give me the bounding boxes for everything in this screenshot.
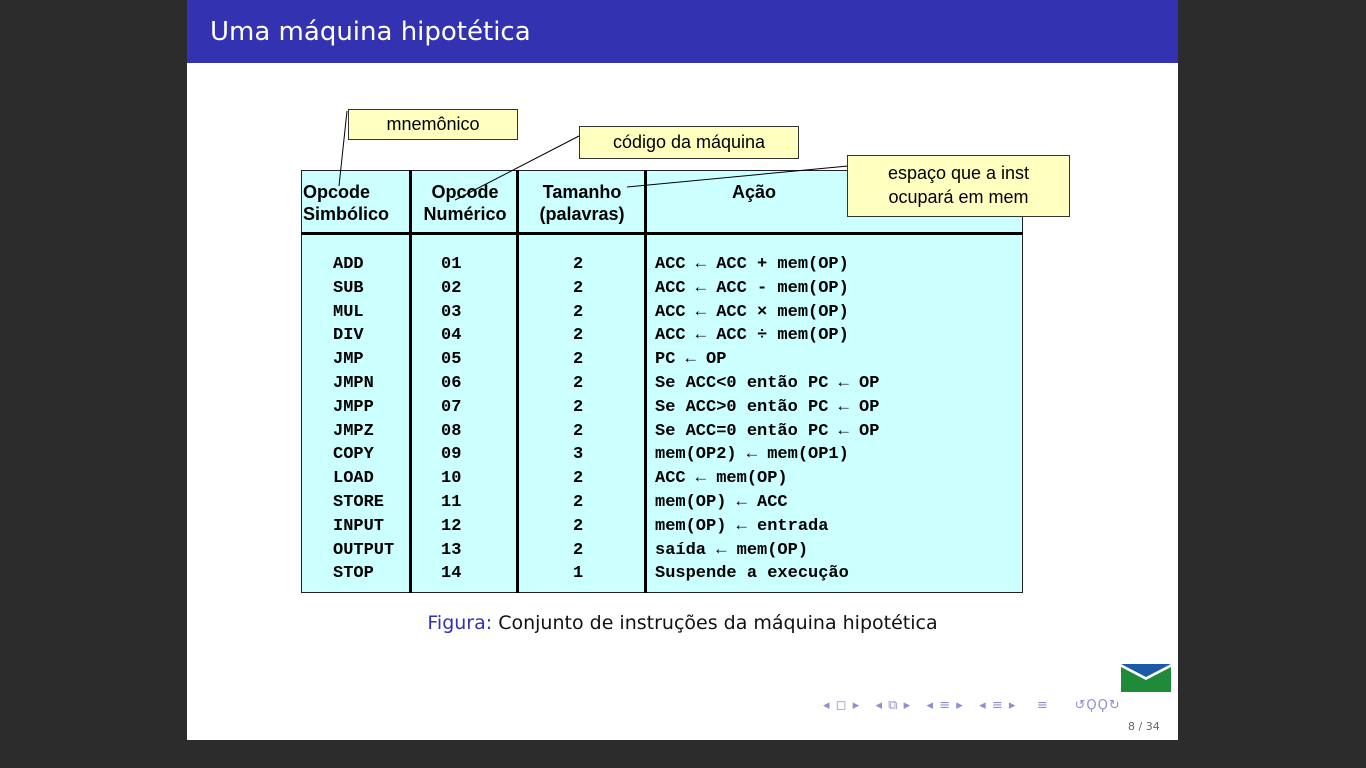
- row-size: 2: [573, 541, 584, 560]
- row-numeric: 07: [441, 398, 462, 417]
- row-symbolic: JMPN: [333, 374, 374, 393]
- row-symbolic: JMP: [333, 350, 364, 369]
- nav-subsection-icon[interactable]: ◂ ≡ ▸: [927, 698, 964, 713]
- row-action: Se ACC<0 então PC ← OP: [655, 374, 880, 393]
- row-symbolic: INPUT: [333, 517, 385, 536]
- row-numeric: 12: [441, 517, 462, 536]
- row-action: ACC ← ACC ÷ mem(OP): [655, 326, 849, 345]
- caption-text: Conjunto de instruções da máquina hipoté…: [498, 612, 938, 634]
- row-action: mem(OP) ← entrada: [655, 517, 829, 536]
- row-symbolic: LOAD: [333, 469, 374, 488]
- callout-space-line2: ocupará em mem: [888, 187, 1029, 207]
- university-logo: [1121, 664, 1171, 692]
- row-numeric: 14: [441, 564, 462, 583]
- row-symbolic: JMPZ: [333, 422, 374, 441]
- figure-caption: Figura: Conjunto de instruções da máquin…: [187, 612, 1178, 634]
- row-action: Se ACC>0 então PC ← OP: [655, 398, 880, 417]
- row-action: ACC ← mem(OP): [655, 469, 788, 488]
- row-symbolic: JMPP: [333, 398, 374, 417]
- nav-search-icon[interactable]: ↺ϘϘ↻: [1074, 698, 1120, 713]
- row-numeric: 13: [441, 541, 462, 560]
- row-action: saída ← mem(OP): [655, 541, 809, 560]
- row-size: 2: [573, 374, 584, 393]
- row-size: 2: [573, 326, 584, 345]
- nav-prev-section-icon[interactable]: ◂ ⧉ ▸: [876, 698, 912, 713]
- row-action: Se ACC=0 então PC ← OP: [655, 422, 880, 441]
- slide: Uma máquina hipotética Opcode Simbólico …: [187, 0, 1178, 740]
- row-size: 2: [573, 398, 584, 417]
- row-size: 2: [573, 517, 584, 536]
- row-symbolic: DIV: [333, 326, 364, 345]
- row-symbolic: STORE: [333, 493, 385, 512]
- row-size: 3: [573, 445, 584, 464]
- callout-space-line1: espaço que a inst: [887, 163, 1030, 183]
- row-size: 2: [573, 350, 584, 369]
- row-numeric: 05: [441, 350, 462, 369]
- nav-toc-icon[interactable]: ≡: [1037, 698, 1049, 713]
- row-numeric: 04: [441, 326, 462, 345]
- row-action: mem(OP2) ← mem(OP1): [655, 445, 849, 464]
- row-numeric: 06: [441, 374, 462, 393]
- callout-mnemonic: mnemônico: [348, 109, 518, 140]
- row-numeric: 10: [441, 469, 462, 488]
- row-size: 2: [573, 493, 584, 512]
- callout-space: espaço que a inst ocupará em mem: [847, 155, 1070, 217]
- row-symbolic: OUTPUT: [333, 541, 395, 560]
- row-symbolic: STOP: [333, 564, 374, 583]
- row-symbolic: MUL: [333, 303, 364, 322]
- row-symbolic: COPY: [333, 445, 374, 464]
- beamer-navigation: ◂ ◻ ▸ ◂ ⧉ ▸ ◂ ≡ ▸ ◂ ≡ ▸ ≡ ↺ϘϘ↻: [823, 698, 1121, 713]
- row-numeric: 03: [441, 303, 462, 322]
- caption-label: Figura:: [427, 612, 493, 634]
- callout-machine-code: código da máquina: [579, 126, 799, 159]
- row-action: mem(OP) ← ACC: [655, 493, 788, 512]
- row-action: Suspende a execução: [655, 564, 849, 583]
- page-number: 8 / 34: [1128, 720, 1160, 733]
- nav-prev-frame-icon[interactable]: ◂ ◻ ▸: [823, 698, 860, 713]
- row-numeric: 11: [441, 493, 462, 512]
- row-numeric: 09: [441, 445, 462, 464]
- row-size: 2: [573, 469, 584, 488]
- row-action: ACC ← ACC × mem(OP): [655, 303, 849, 322]
- row-size: 1: [573, 564, 584, 583]
- row-numeric: 08: [441, 422, 462, 441]
- row-size: 2: [573, 422, 584, 441]
- row-action: PC ← OP: [655, 350, 727, 369]
- row-size: 2: [573, 303, 584, 322]
- nav-section-icon[interactable]: ◂ ≡ ▸: [979, 698, 1016, 713]
